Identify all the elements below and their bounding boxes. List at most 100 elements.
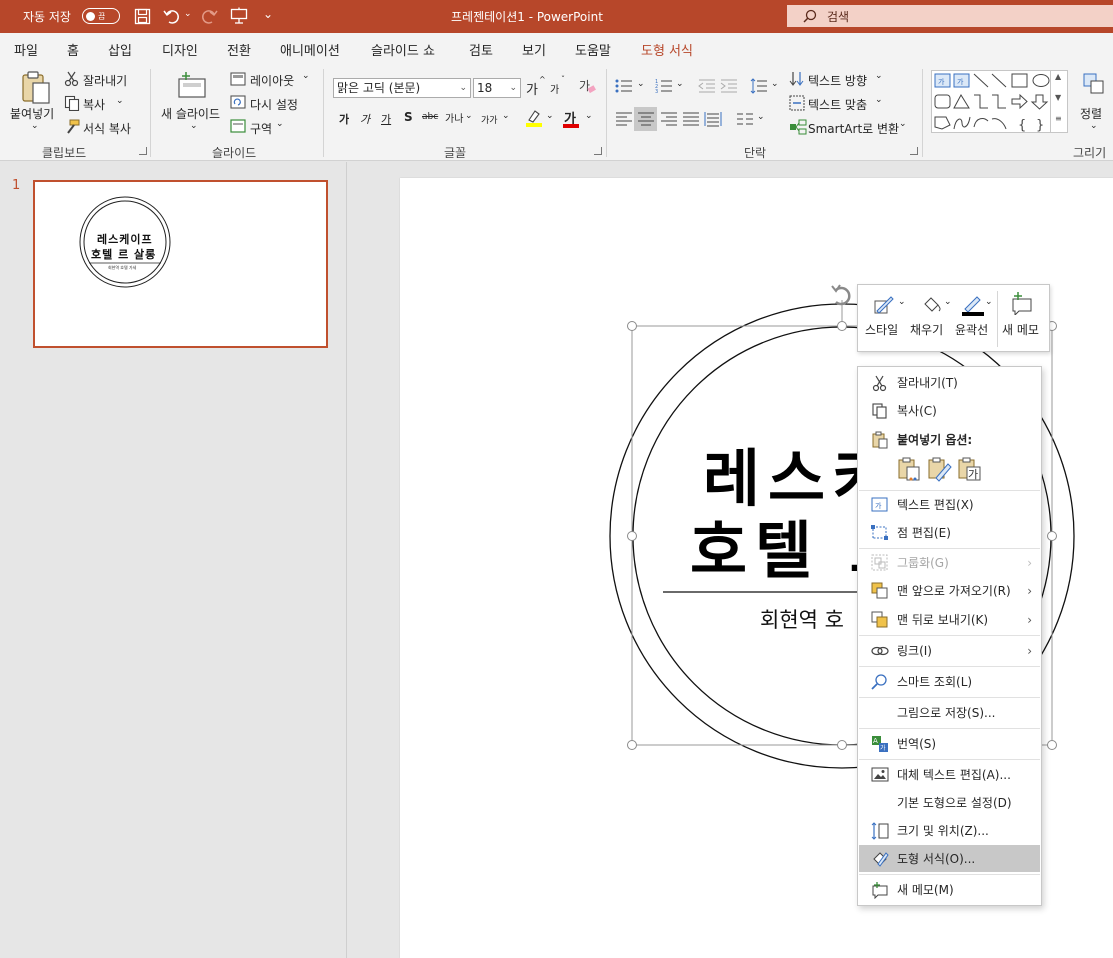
- underline-button[interactable]: 가: [381, 111, 391, 127]
- paragraph-launcher-icon[interactable]: [910, 147, 918, 155]
- tab-review[interactable]: 검토: [469, 40, 493, 59]
- line-spacing-icon[interactable]: [750, 78, 768, 94]
- shape-outline-icon[interactable]: [960, 293, 984, 317]
- paste-text-only-button[interactable]: 가: [956, 456, 982, 482]
- cut-button[interactable]: 잘라내기: [83, 72, 127, 89]
- clear-formatting-icon[interactable]: 가: [578, 77, 596, 95]
- tab-transitions[interactable]: 전환: [227, 40, 251, 59]
- highlight-dropdown-icon[interactable]: ⌄: [546, 111, 554, 121]
- italic-button[interactable]: 가: [360, 111, 370, 127]
- gallery-down-icon[interactable]: ▼: [1055, 93, 1061, 102]
- paste-button[interactable]: 붙여넣기: [10, 105, 54, 122]
- align-center-button[interactable]: [634, 107, 657, 131]
- autosave-toggle[interactable]: 끔: [82, 8, 120, 24]
- cut-icon[interactable]: [64, 71, 80, 87]
- tab-animations[interactable]: 애니메이션: [280, 40, 340, 59]
- smartart-dropdown-icon[interactable]: ⌄: [899, 119, 907, 129]
- tab-shape-format[interactable]: 도형 서식: [641, 40, 693, 59]
- font-launcher-icon[interactable]: [594, 147, 602, 155]
- change-case-button[interactable]: 가가: [481, 113, 498, 126]
- paste-dropdown-icon[interactable]: ⌄: [31, 121, 39, 131]
- paste-use-destination-theme-button[interactable]: [896, 456, 922, 482]
- shadow-button[interactable]: S: [404, 110, 413, 124]
- reset-button[interactable]: 다시 설정: [250, 96, 298, 113]
- bold-button[interactable]: 가: [339, 111, 349, 127]
- character-spacing-button[interactable]: 가나: [445, 110, 463, 125]
- section-icon[interactable]: [230, 119, 246, 133]
- new-slide-dropdown-icon[interactable]: ⌄: [190, 121, 198, 131]
- align-text-dropdown-icon[interactable]: ⌄: [875, 95, 883, 105]
- menu-size-and-position[interactable]: 크기 및 위치(Z)...: [859, 817, 1040, 844]
- menu-smart-lookup[interactable]: 스마트 조회(L): [859, 668, 1040, 695]
- columns-icon[interactable]: [736, 111, 754, 127]
- menu-bring-to-front[interactable]: 맨 앞으로 가져오기(R) ›: [859, 577, 1040, 604]
- copy-button[interactable]: 복사: [83, 96, 105, 113]
- decrease-indent-icon[interactable]: [698, 78, 716, 94]
- menu-send-to-back[interactable]: 맨 뒤로 보내기(K) ›: [859, 606, 1040, 633]
- fill-dropdown-icon[interactable]: ⌄: [944, 297, 952, 307]
- align-text-icon[interactable]: [789, 95, 805, 111]
- new-comment-icon[interactable]: [1009, 291, 1035, 315]
- menu-save-as-picture[interactable]: 그림으로 저장(S)...: [859, 699, 1040, 726]
- customize-qat-icon[interactable]: ⌄: [263, 7, 273, 21]
- paint-bucket-icon[interactable]: [920, 293, 944, 317]
- mini-style-label[interactable]: 스타일: [865, 321, 898, 338]
- menu-copy[interactable]: 복사(C): [859, 397, 1040, 424]
- new-slide-button[interactable]: 새 슬라이드: [161, 105, 220, 122]
- mini-new-comment-label[interactable]: 새 메모: [1002, 321, 1039, 338]
- undo-icon[interactable]: [163, 7, 181, 25]
- gallery-up-icon[interactable]: ▲: [1055, 72, 1061, 81]
- menu-new-comment[interactable]: 새 메모(M): [859, 876, 1040, 903]
- shrink-font-button[interactable]: 가: [550, 81, 559, 96]
- align-left-icon[interactable]: [615, 111, 633, 127]
- gallery-more-icon[interactable]: ≡: [1055, 114, 1062, 123]
- shapes-gallery[interactable]: 가 가 { } ▲ ▼ ≡: [931, 70, 1068, 133]
- start-slideshow-icon[interactable]: [230, 7, 248, 25]
- menu-format-shape[interactable]: 도형 서식(O)...: [859, 845, 1040, 872]
- line-spacing-dropdown-icon[interactable]: ⌄: [771, 79, 779, 89]
- convert-smartart-button[interactable]: SmartArt로 변환: [808, 120, 899, 137]
- section-button[interactable]: 구역: [250, 120, 272, 137]
- clipboard-launcher-icon[interactable]: [139, 147, 147, 155]
- change-case-dropdown-icon[interactable]: ⌄: [502, 111, 510, 121]
- redo-icon[interactable]: [200, 7, 218, 25]
- menu-edit-alt-text[interactable]: 대체 텍스트 편집(A)...: [859, 761, 1040, 788]
- grow-font-button[interactable]: 가: [526, 79, 538, 98]
- numbering-dropdown-icon[interactable]: ⌄: [676, 79, 684, 89]
- smartart-icon[interactable]: [789, 119, 807, 135]
- arrange-dropdown-icon[interactable]: ⌄: [1090, 121, 1098, 131]
- layout-button[interactable]: 레이아웃: [250, 72, 294, 89]
- tab-help[interactable]: 도움말: [575, 40, 611, 59]
- align-text-button[interactable]: 텍스트 맞춤: [808, 96, 867, 113]
- slide-thumbnail[interactable]: 레스케이프 호텔 르 살롱 회현역 호텔 가세: [33, 180, 328, 348]
- shape-style-icon[interactable]: [872, 293, 896, 317]
- section-dropdown-icon[interactable]: ⌄: [276, 119, 284, 129]
- tab-home[interactable]: 홈: [65, 40, 81, 66]
- mini-fill-label[interactable]: 채우기: [910, 321, 943, 338]
- text-direction-button[interactable]: 텍스트 방향: [808, 72, 867, 89]
- undo-dropdown-icon[interactable]: ⌄: [184, 9, 192, 19]
- format-painter-button[interactable]: 서식 복사: [83, 120, 131, 137]
- tab-view[interactable]: 보기: [522, 40, 546, 59]
- font-name-combo[interactable]: 맑은 고딕 (본문) ⌄: [333, 78, 471, 98]
- justify-icon[interactable]: [682, 111, 700, 127]
- highlighter-icon[interactable]: [525, 108, 543, 128]
- paste-keep-source-button[interactable]: [926, 456, 952, 482]
- new-slide-icon[interactable]: [176, 71, 208, 101]
- text-direction-icon[interactable]: [789, 71, 805, 87]
- save-icon[interactable]: [134, 8, 151, 25]
- bullets-dropdown-icon[interactable]: ⌄: [637, 79, 645, 89]
- copy-dropdown-icon[interactable]: ⌄: [116, 96, 124, 106]
- copy-icon[interactable]: [64, 95, 80, 111]
- menu-translate[interactable]: A 가 번역(S): [859, 730, 1040, 757]
- style-dropdown-icon[interactable]: ⌄: [898, 297, 906, 307]
- menu-cut[interactable]: 잘라내기(T): [859, 369, 1040, 396]
- font-color-dropdown-icon[interactable]: ⌄: [585, 111, 593, 121]
- outline-dropdown-icon[interactable]: ⌄: [985, 297, 993, 307]
- bullets-icon[interactable]: [615, 78, 633, 94]
- layout-icon[interactable]: [230, 72, 246, 86]
- menu-edit-points[interactable]: 점 편집(E): [859, 519, 1040, 546]
- menu-edit-text[interactable]: 가 텍스트 편집(X): [859, 491, 1040, 518]
- tab-slideshow[interactable]: 슬라이드 쇼: [371, 40, 435, 59]
- paste-icon[interactable]: [20, 71, 52, 105]
